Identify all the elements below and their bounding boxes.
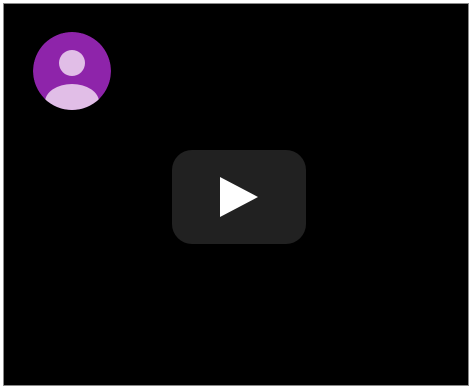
video-player[interactable]: [3, 3, 469, 386]
user-avatar-icon: [33, 32, 111, 110]
avatar-head: [59, 50, 85, 76]
play-icon: [220, 177, 258, 217]
play-button[interactable]: [172, 150, 306, 244]
channel-avatar[interactable]: [33, 32, 111, 110]
